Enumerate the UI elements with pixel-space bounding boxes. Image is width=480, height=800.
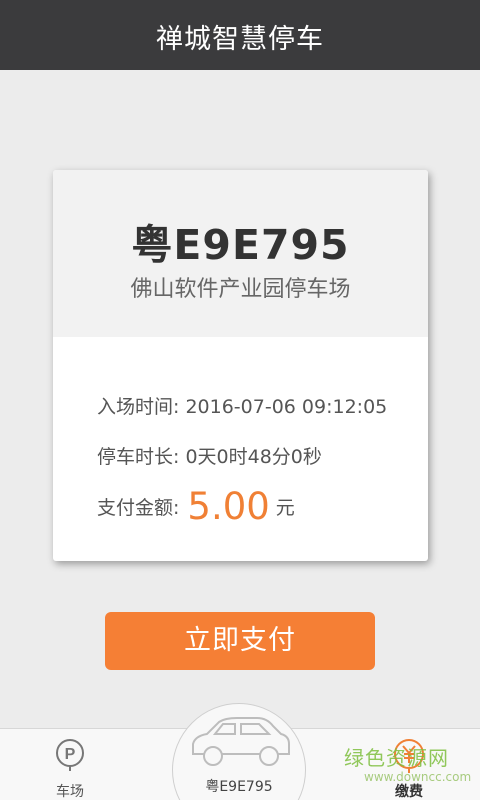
top-bar: 禅城智慧停车 xyxy=(0,0,480,70)
watermark-url: www.downcc.com xyxy=(364,770,472,784)
license-plate: 粤E9E795 xyxy=(131,221,350,269)
car-icon xyxy=(192,717,290,766)
amount-value: 5.00 xyxy=(187,485,270,528)
entry-time-value: 2016-07-06 09:12:05 xyxy=(185,396,388,418)
duration-label: 停车时长: xyxy=(97,446,180,468)
app-title: 禅城智慧停车 xyxy=(156,24,324,55)
watermark: 绿色资源网 www.downcc.com xyxy=(344,736,474,792)
tab-parking-label: 车场 xyxy=(56,784,84,800)
entry-time-row: 入场时间: 2016-07-06 09:12:05 xyxy=(97,392,387,419)
duration-row: 停车时长: 0天0时48分0秒 xyxy=(97,442,322,469)
duration-value: 0天0时48分0秒 xyxy=(185,446,322,468)
amount-unit: 元 xyxy=(275,497,295,519)
card-header: 粤E9E795 佛山软件产业园停车场 xyxy=(53,170,428,337)
entry-time-label: 入场时间: xyxy=(97,396,180,418)
parking-icon: P xyxy=(56,739,84,771)
watermark-text: 绿色资源网 xyxy=(344,746,449,770)
parking-lot-name: 佛山软件产业园停车场 xyxy=(130,277,351,302)
my-car-plate: 粤E9E795 xyxy=(205,779,273,795)
parking-order-card: 粤E9E795 佛山软件产业园停车场 入场时间: 2016-07-06 09:1… xyxy=(53,170,428,561)
pay-now-button[interactable]: 立即支付 xyxy=(105,612,375,670)
my-car-button[interactable]: 粤E9E795 xyxy=(172,703,306,800)
amount-label: 支付金额: xyxy=(97,497,180,519)
svg-text:P: P xyxy=(65,746,76,763)
amount-row: 支付金额: 5.00 元 xyxy=(97,480,295,528)
tab-parking-lot[interactable]: P 车场 xyxy=(30,729,110,800)
